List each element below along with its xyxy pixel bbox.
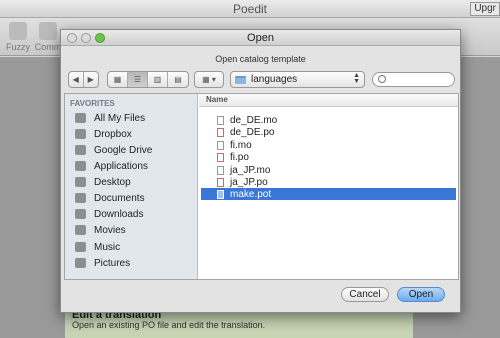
card-description: Open an existing PO file and edit the tr…	[72, 320, 266, 330]
coverflow-view-button[interactable]: ▤	[168, 72, 188, 87]
file-row[interactable]: de_DE.mo	[201, 114, 456, 126]
open-button[interactable]: Open	[397, 287, 445, 302]
po-file-icon	[217, 177, 224, 187]
list-view-button[interactable]: ☰	[128, 72, 148, 87]
column-view-icon: ▥	[153, 75, 162, 84]
arrange-popup[interactable]: ▦ ▾	[194, 71, 224, 88]
file-name: de_DE.mo	[230, 114, 278, 126]
sidebar-item-dropbox[interactable]: Dropbox	[75, 126, 195, 142]
file-browser: FAVORITES All My Files Dropbox Google Dr…	[64, 93, 459, 280]
forward-button[interactable]: ▶	[84, 72, 98, 87]
file-row[interactable]: de_DE.po	[201, 126, 456, 138]
pictures-icon	[75, 258, 86, 268]
dialog-prompt: Open catalog template	[215, 54, 306, 64]
po-file-icon	[217, 152, 224, 162]
icon-view-icon: ▦	[113, 75, 122, 84]
sidebar-item-downloads[interactable]: Downloads	[75, 206, 195, 222]
sidebar-item-all-my-files[interactable]: All My Files	[75, 110, 195, 126]
sidebar-item-label: Pictures	[94, 257, 131, 269]
sidebar-item-label: Documents	[94, 192, 145, 204]
pot-file-icon	[217, 189, 224, 199]
app-title: Poedit	[232, 2, 268, 16]
file-row[interactable]: fi.mo	[201, 139, 456, 151]
dialog-title: Open	[247, 32, 274, 44]
documents-icon	[75, 193, 86, 203]
name-column-header[interactable]: Name	[199, 94, 458, 107]
sidebar-item-label: Music	[94, 241, 121, 253]
sidebar-item-music[interactable]: Music	[75, 239, 195, 255]
comment-icon	[39, 22, 57, 40]
back-arrow-icon: ◀	[72, 75, 79, 84]
sidebar-item-google-drive[interactable]: Google Drive	[75, 142, 195, 158]
upgrade-button[interactable]: Upgr	[470, 2, 500, 16]
sidebar-item-documents[interactable]: Documents	[75, 190, 195, 206]
document-icon	[217, 140, 224, 150]
sidebar-item-label: Dropbox	[94, 128, 132, 140]
sidebar-item-applications[interactable]: Applications	[75, 158, 195, 174]
list-view-icon: ☰	[133, 75, 142, 84]
sidebar-item-label: All My Files	[94, 112, 146, 124]
sidebar-item-desktop[interactable]: Desktop	[75, 174, 195, 190]
history-nav: ◀ ▶	[68, 71, 99, 88]
all-files-icon	[75, 113, 86, 123]
sidebar-item-movies[interactable]: Movies	[75, 222, 195, 238]
popup-arrows-icon: ▲ ▼	[353, 72, 360, 85]
minimize-window-button[interactable]	[81, 33, 91, 43]
location-label: languages	[251, 74, 298, 85]
zoom-window-button[interactable]	[95, 33, 105, 43]
sidebar-item-label: Movies	[94, 224, 126, 236]
close-window-button[interactable]	[67, 33, 77, 43]
file-name: make.pot	[230, 188, 272, 200]
fuzzy-icon	[9, 22, 27, 40]
file-name: ja_JP.mo	[230, 164, 271, 176]
downloads-icon	[75, 209, 86, 219]
search-icon	[378, 75, 386, 83]
sidebar-header: FAVORITES	[70, 99, 115, 108]
folder-icon	[75, 145, 86, 155]
file-row[interactable]: ja_JP.mo	[201, 164, 456, 176]
sidebar-item-label: Google Drive	[94, 144, 153, 156]
desktop-icon	[75, 177, 86, 187]
file-name: fi.mo	[230, 139, 252, 151]
file-row-selected[interactable]: make.pot	[201, 188, 456, 200]
file-name: ja_JP.po	[230, 176, 268, 188]
back-button[interactable]: ◀	[69, 72, 84, 87]
folder-icon	[235, 75, 246, 84]
view-mode-control: ▦ ☰ ▥ ▤	[107, 71, 189, 88]
file-name: de_DE.po	[230, 126, 275, 138]
cancel-button[interactable]: Cancel	[341, 287, 389, 302]
file-row[interactable]: ja_JP.po	[201, 176, 456, 188]
icon-view-button[interactable]: ▦	[108, 72, 128, 87]
folder-icon	[75, 129, 86, 139]
sidebar-item-label: Desktop	[94, 176, 131, 188]
movies-icon	[75, 225, 86, 235]
toolbar-comment-label: Comm	[34, 42, 62, 52]
file-row[interactable]: fi.po	[201, 151, 456, 163]
coverflow-view-icon: ▤	[174, 75, 182, 84]
location-popup[interactable]: languages ▲ ▼	[230, 71, 365, 88]
music-icon	[75, 242, 86, 252]
dialog-titlebar: Open	[61, 30, 460, 46]
file-name: fi.po	[230, 151, 249, 163]
open-dialog: Open Open catalog template ◀ ▶ ▦ ☰ ▥ ▤ ▦…	[60, 29, 461, 313]
applications-icon	[75, 161, 86, 171]
search-field[interactable]	[372, 72, 455, 87]
sidebar-item-label: Downloads	[94, 208, 144, 220]
file-list: Name de_DE.mo de_DE.po fi.mo fi.po ja_JP…	[199, 94, 458, 279]
arrange-icon: ▦ ▾	[202, 75, 216, 84]
poedit-titlebar: Poedit	[0, 0, 500, 18]
po-file-icon	[217, 127, 224, 137]
sidebar-item-pictures[interactable]: Pictures	[75, 255, 195, 271]
forward-arrow-icon: ▶	[87, 75, 94, 84]
sidebar: FAVORITES All My Files Dropbox Google Dr…	[65, 94, 198, 279]
document-icon	[217, 165, 224, 175]
toolbar-fuzzy-button[interactable]: Fuzzy	[2, 22, 34, 52]
column-view-button[interactable]: ▥	[148, 72, 168, 87]
toolbar-fuzzy-label: Fuzzy	[5, 42, 30, 52]
sidebar-item-label: Applications	[94, 160, 148, 172]
document-icon	[217, 115, 224, 125]
